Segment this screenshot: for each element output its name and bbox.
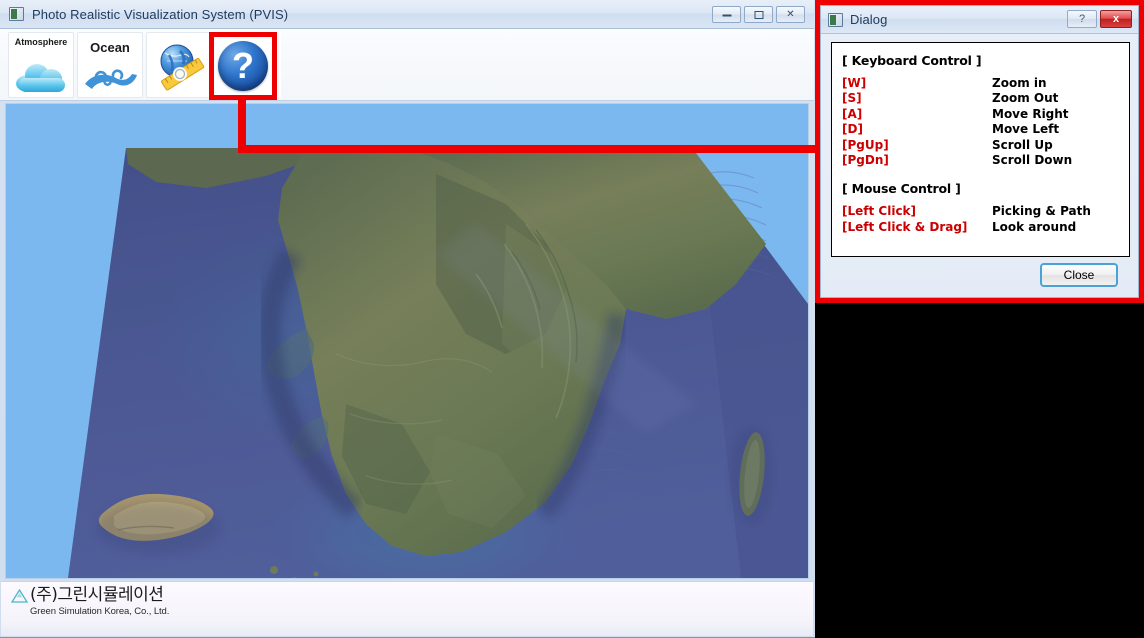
key-label: [A] bbox=[842, 106, 863, 121]
logo-korean-text: (주)그린시뮬레이션 bbox=[30, 585, 164, 605]
keyboard-control-heading: [ Keyboard Control ] bbox=[842, 53, 982, 68]
status-bar: (주)그린시뮬레이션 Green Simulation Korea, Co., … bbox=[1, 581, 813, 636]
dialog-footer: Close bbox=[821, 263, 1138, 289]
key-label: [S] bbox=[842, 91, 862, 106]
waves-icon bbox=[83, 65, 139, 91]
mouse-control-heading: [ Mouse Control ] bbox=[842, 181, 961, 197]
table-row: [Left Click] Picking & Path bbox=[832, 204, 1129, 219]
action-label: Move Right bbox=[992, 106, 1069, 121]
maximize-icon bbox=[754, 10, 763, 19]
key-label: [Left Click] bbox=[842, 204, 917, 219]
dialog-title: Dialog bbox=[850, 12, 888, 27]
action-label: Scroll Up bbox=[992, 137, 1053, 152]
mountain-logo-icon bbox=[11, 588, 28, 603]
toolbar-label-ocean: Ocean bbox=[90, 39, 130, 55]
terrain-render bbox=[6, 104, 808, 578]
toolbar-button-help[interactable] bbox=[209, 32, 277, 100]
table-row: [W] Zoom in bbox=[832, 76, 1129, 91]
window-controls: ✕ bbox=[712, 6, 805, 23]
help-dialog: Dialog ? x [ Keyboard Control ] [W] Zoom… bbox=[820, 5, 1139, 298]
minimize-button[interactable] bbox=[712, 6, 741, 23]
action-label: Scroll Down bbox=[992, 153, 1073, 168]
maximize-button[interactable] bbox=[744, 6, 773, 23]
key-label: [D] bbox=[842, 122, 863, 137]
cloud-icon bbox=[16, 62, 68, 92]
spacer-row bbox=[832, 168, 1129, 179]
key-label: [W] bbox=[842, 76, 867, 90]
dialog-body: [ Keyboard Control ] [W] Zoom in [S] Zoo… bbox=[821, 34, 1138, 297]
key-label: [Left Click & Drag] bbox=[842, 219, 968, 234]
action-label: Look around bbox=[992, 219, 1077, 234]
toolbar-button-ocean[interactable]: Ocean bbox=[77, 31, 143, 98]
table-row: [D] Move Left bbox=[832, 122, 1129, 137]
table-row: [S] Zoom Out bbox=[832, 91, 1129, 106]
company-logo: (주)그린시뮬레이션 Green Simulation Korea, Co., … bbox=[11, 585, 170, 617]
table-row: [Left Click & Drag] Look around bbox=[832, 220, 1129, 235]
table-row: [PgUp] Scroll Up bbox=[832, 138, 1129, 153]
close-icon: ✕ bbox=[786, 8, 795, 20]
dialog-close-button[interactable]: Close bbox=[1040, 263, 1118, 287]
main-titlebar: Photo Realistic Visualization System (PV… bbox=[0, 0, 814, 29]
toolbar-button-atmosphere[interactable]: Atmosphere bbox=[8, 31, 74, 98]
minimize-icon bbox=[722, 13, 731, 16]
3d-viewport[interactable] bbox=[5, 103, 809, 579]
app-icon bbox=[9, 7, 24, 21]
help-dialog-highlight: Dialog ? x [ Keyboard Control ] [W] Zoom… bbox=[815, 0, 1144, 303]
close-button[interactable]: ✕ bbox=[776, 6, 805, 23]
main-toolbar: Atmosphere Ocean bbox=[0, 29, 814, 101]
key-label: [PgDn] bbox=[842, 153, 889, 168]
dialog-icon bbox=[828, 12, 843, 27]
action-label: Zoom in bbox=[992, 76, 1047, 90]
help-content-panel: [ Keyboard Control ] [W] Zoom in [S] Zoo… bbox=[831, 42, 1130, 257]
globe-ruler-icon bbox=[153, 41, 207, 91]
mouse-control-table: [Left Click] Picking & Path [Left Click … bbox=[832, 204, 1129, 235]
dialog-help-button[interactable]: ? bbox=[1067, 10, 1097, 28]
empty-black-region bbox=[815, 303, 1144, 638]
key-label: [PgUp] bbox=[842, 137, 889, 152]
toolbar-button-globe-measure[interactable] bbox=[146, 31, 212, 98]
action-label: Zoom Out bbox=[992, 91, 1059, 106]
dialog-window-controls: ? x bbox=[1067, 10, 1132, 28]
main-application-window: Photo Realistic Visualization System (PV… bbox=[0, 0, 816, 638]
help-question-icon bbox=[218, 41, 268, 91]
app-title: Photo Realistic Visualization System (PV… bbox=[32, 6, 289, 22]
action-label: Move Left bbox=[992, 122, 1060, 137]
dialog-close-icon-button[interactable]: x bbox=[1100, 10, 1132, 28]
action-label: Picking & Path bbox=[992, 204, 1091, 219]
keyboard-control-table: [W] Zoom in [S] Zoom Out [A] Move Right bbox=[832, 76, 1129, 179]
screen-root: Photo Realistic Visualization System (PV… bbox=[0, 0, 1144, 638]
table-row: [PgDn] Scroll Down bbox=[832, 153, 1129, 168]
toolbar-label-atmosphere: Atmosphere bbox=[14, 36, 68, 47]
dialog-titlebar: Dialog ? x bbox=[821, 6, 1138, 34]
annotation-connector-horizontal bbox=[238, 145, 826, 153]
table-row: [A] Move Right bbox=[832, 107, 1129, 122]
logo-english-text: Green Simulation Korea, Co., Ltd. bbox=[30, 605, 170, 617]
